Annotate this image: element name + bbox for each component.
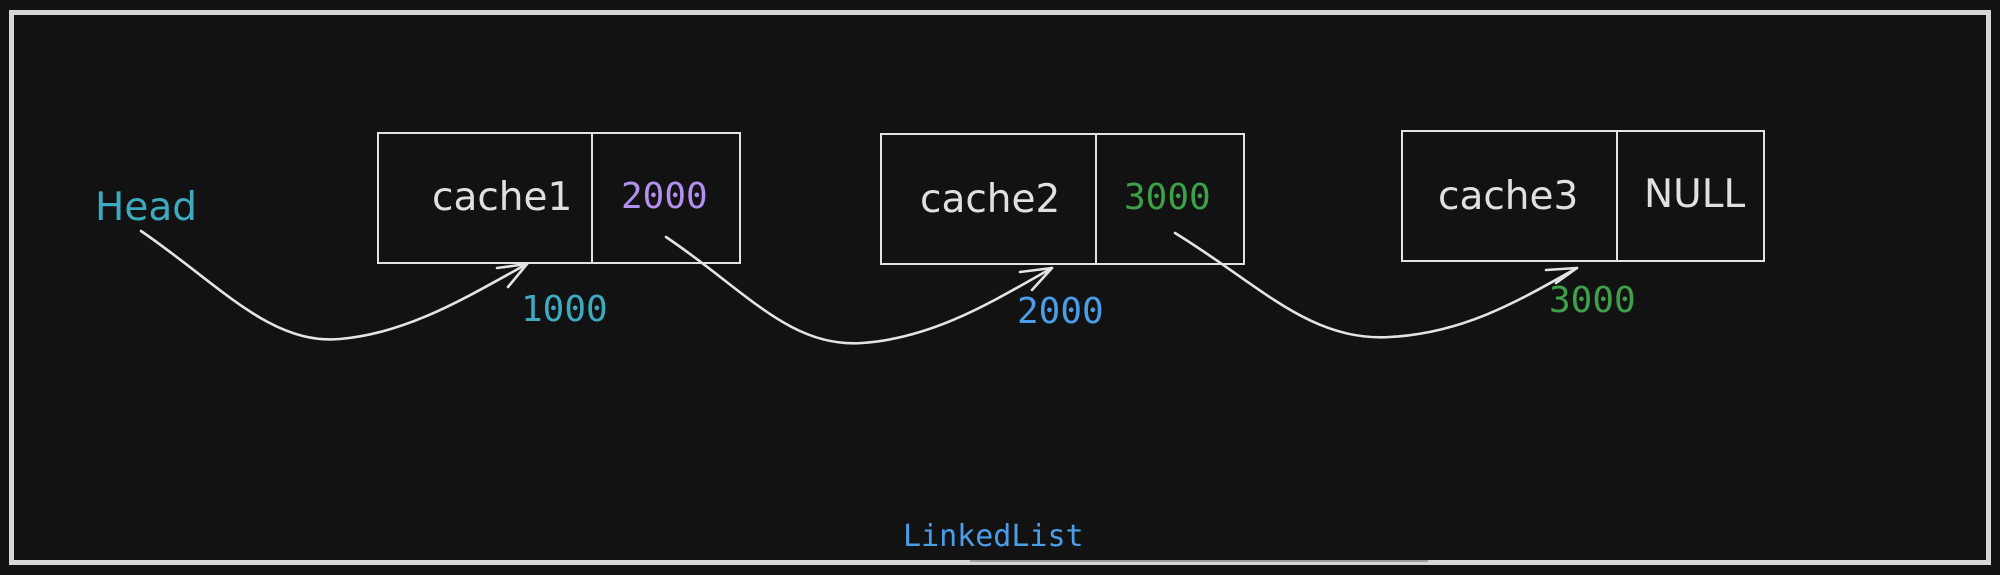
node-address: 1000 bbox=[521, 289, 608, 330]
arrow-head-icon bbox=[495, 262, 529, 289]
node-cache3: cache3 NULL 3000 bbox=[1401, 130, 1765, 321]
diagram-title: LinkedList bbox=[903, 519, 1084, 554]
node-next-pointer: NULL bbox=[1644, 172, 1745, 217]
node-value: cache1 bbox=[432, 175, 572, 220]
node-next-pointer: 2000 bbox=[621, 176, 708, 217]
node-value: cache2 bbox=[920, 177, 1060, 222]
node-address: 2000 bbox=[1017, 291, 1104, 332]
node-value: cache3 bbox=[1438, 174, 1578, 219]
node-next-pointer: 3000 bbox=[1124, 177, 1211, 218]
head-label: Head bbox=[95, 185, 197, 230]
node-cache1: cache1 2000 1000 bbox=[377, 132, 741, 330]
node-cache2: cache2 3000 2000 bbox=[880, 133, 1245, 332]
linked-list-diagram: Head cache1 2000 1000 cache2 3000 2000 c… bbox=[9, 10, 1991, 565]
node-address: 3000 bbox=[1549, 280, 1636, 321]
diagram-frame bbox=[9, 10, 1991, 565]
